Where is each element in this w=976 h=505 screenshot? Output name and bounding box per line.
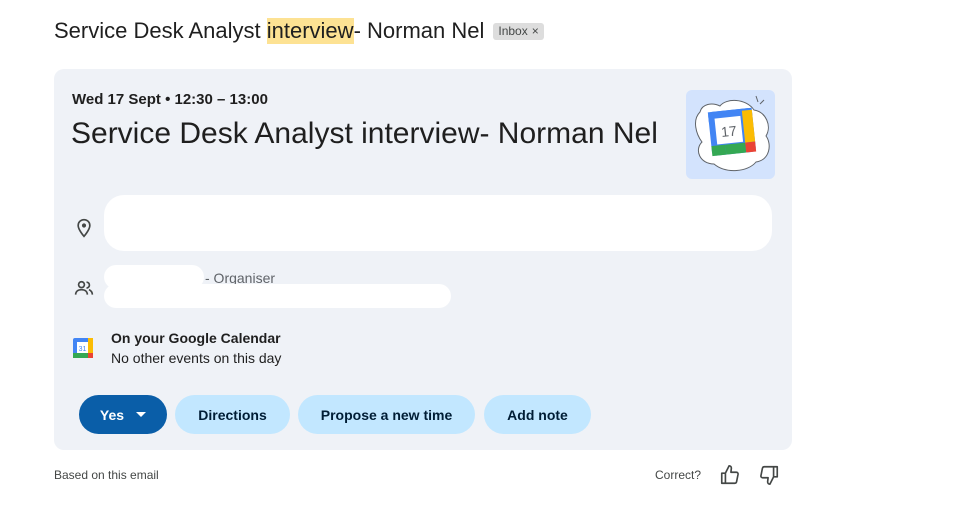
add-note-button[interactable]: Add note (484, 395, 591, 434)
illustration-day-number: 17 (720, 122, 737, 140)
rsvp-yes-label: Yes (99, 406, 125, 423)
calendar-illustration: 17 (686, 90, 775, 179)
calendar-doodle-icon: 17 (695, 95, 770, 171)
google-calendar-icon: 31 (73, 338, 93, 358)
based-on-email-text: Based on this email (54, 468, 159, 482)
thumbs-down-icon[interactable] (758, 464, 780, 486)
guests-redacted (104, 284, 451, 308)
subject-text-end: - Norman Nel (353, 18, 485, 43)
directions-button[interactable]: Directions (175, 395, 290, 434)
people-icon (74, 280, 94, 295)
feedback-prompt: Correct? (655, 468, 702, 482)
location-pin-icon (77, 218, 91, 238)
event-date-time: Wed 17 Sept • 12:30 – 13:00 (72, 91, 268, 108)
propose-new-time-button[interactable]: Propose a new time (298, 395, 475, 434)
email-subject: Service Desk Analyst interview - Norman N… (54, 16, 544, 46)
thumbs-up-icon[interactable] (719, 464, 741, 486)
event-title: Service Desk Analyst interview- Norman N… (71, 117, 658, 150)
calendar-icon-day: 31 (79, 346, 87, 353)
inbox-label-text: Inbox (498, 24, 528, 38)
inbox-label-chip[interactable]: Inbox × (493, 22, 544, 40)
remove-label-icon[interactable]: × (532, 24, 539, 38)
calendar-event-card: Wed 17 Sept • 12:30 – 13:00 Service Desk… (54, 69, 792, 450)
calendar-status-heading: On your Google Calendar (111, 330, 281, 346)
location-redacted (104, 195, 772, 251)
dropdown-caret-icon (136, 412, 147, 417)
subject-text-start: Service Desk Analyst (54, 18, 267, 43)
subject-search-highlight: interview (266, 18, 354, 44)
calendar-status-subtext: No other events on this day (111, 350, 282, 366)
rsvp-yes-button[interactable]: Yes (79, 395, 167, 434)
